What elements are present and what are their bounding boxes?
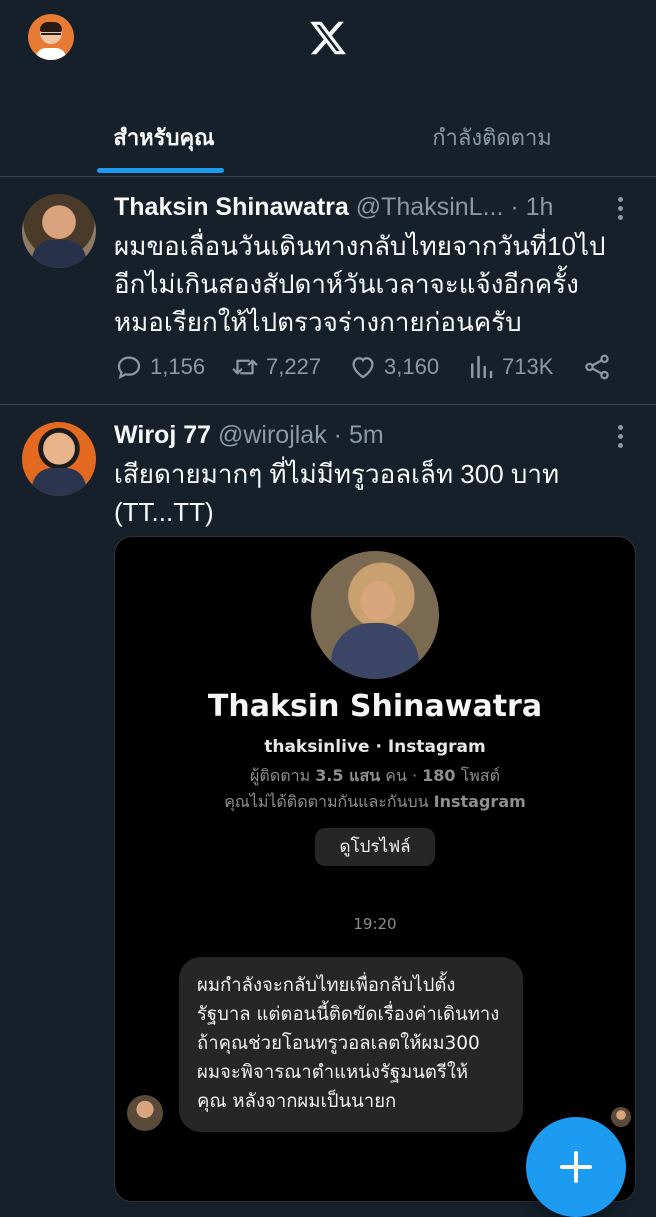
tweet-text: ผมขอเลื่อนวันเดินทางกลับไทยจากวันที่10ไป… bbox=[114, 227, 634, 341]
view-profile-button: ดูโปรไฟล์ bbox=[315, 828, 435, 866]
heart-icon bbox=[352, 357, 374, 379]
tab-following-label: กำลังติดตาม bbox=[432, 125, 552, 150]
reply-icon bbox=[117, 356, 141, 380]
followers-label: ผู้ติดตาม bbox=[250, 766, 311, 785]
instagram-username: thaksinlive bbox=[264, 737, 370, 757]
posts-unit: โพสต์ bbox=[460, 766, 500, 785]
retweet-button[interactable]: 7,227 bbox=[230, 347, 321, 387]
author-handle[interactable]: @wirojlak bbox=[218, 421, 327, 449]
author-avatar[interactable] bbox=[22, 422, 96, 496]
tab-following[interactable]: กำลังติดตาม bbox=[328, 100, 656, 176]
tweet-time[interactable]: 5m bbox=[349, 421, 384, 449]
instagram-profile-name: Thaksin Shinawatra bbox=[207, 689, 543, 724]
timeline-tabs: สำหรับคุณ กำลังติดตาม bbox=[0, 100, 656, 177]
message-line: คุณ หลังจากผมเป็นนายก bbox=[197, 1091, 397, 1112]
mutual-platform: Instagram bbox=[433, 792, 526, 811]
tweet-header: Wiroj 77 @wirojlak · 5m bbox=[114, 420, 384, 450]
tweet-text-line: ผมขอเลื่อนวันเดินทางกลับไทยจากวันที่10ไป bbox=[114, 231, 606, 261]
followers-unit: คน bbox=[385, 766, 407, 785]
share-button[interactable] bbox=[582, 347, 618, 387]
tweet-time[interactable]: 1h bbox=[526, 193, 554, 221]
tweet-actions: 1,156 7,227 3,160 713K bbox=[114, 347, 624, 387]
views-icon bbox=[471, 355, 493, 379]
message-bubble: ผมกำลังจะกลับไทยเพื่อกลับไปตั้ง รัฐบาล แ… bbox=[179, 957, 523, 1132]
profile-avatar[interactable] bbox=[28, 14, 74, 60]
message-line: ถ้าคุณช่วยโอนทรูวอลเลตให้ผม300 bbox=[197, 1033, 480, 1054]
tweet-header: Thaksin Shinawatra @ThaksinL... · 1h bbox=[114, 192, 553, 222]
tweet-media-image[interactable]: Thaksin Shinawatra thaksinlive · Instagr… bbox=[114, 536, 636, 1202]
instagram-profile-photo bbox=[311, 551, 439, 679]
separator: · bbox=[333, 421, 342, 449]
mutual-text: คุณไม่ได้ติดตามกันและกันบน bbox=[224, 792, 429, 811]
active-tab-indicator bbox=[97, 168, 224, 173]
instagram-stats: ผู้ติดตาม 3.5 แสน คน · 180 โพสต์ bbox=[250, 766, 500, 785]
view-count: 713K bbox=[502, 354, 554, 379]
message-timestamp: 19:20 bbox=[353, 915, 397, 933]
message-line: ผมจะพิจารณาตำแหน่งรัฐมนตรีให้ bbox=[197, 1062, 469, 1083]
posts-count: 180 bbox=[422, 766, 456, 785]
separator: · bbox=[510, 193, 519, 221]
tweet-text-line: อีกไม่เกินสองสัปดาห์วันเวลาจะแจ้งอีกครั้… bbox=[114, 269, 579, 299]
message-line: รัฐบาล แต่ตอนนี้ติดขัดเรื่องค่าเดินทาง bbox=[197, 1004, 500, 1025]
like-button[interactable]: 3,160 bbox=[348, 347, 439, 387]
tweet-text-line: หมอเรียกให้ไปตรวจร่างกายก่อนครับ bbox=[114, 307, 522, 337]
tweet-text: เสียดายมากๆ ที่ไม่มีทรูวอลเล็ท 300 บาท (… bbox=[114, 455, 634, 531]
top-bar bbox=[0, 0, 656, 80]
share-icon bbox=[585, 354, 609, 380]
author-avatar[interactable] bbox=[22, 194, 96, 268]
like-count: 3,160 bbox=[384, 354, 440, 379]
message-line: ผมกำลังจะกลับไทยเพื่อกลับไปตั้ง bbox=[197, 975, 456, 996]
tab-for-you-label: สำหรับคุณ bbox=[113, 125, 215, 150]
views-button[interactable]: 713K bbox=[466, 347, 553, 387]
x-logo-icon[interactable] bbox=[308, 18, 348, 58]
author-handle[interactable]: @ThaksinL... bbox=[356, 193, 504, 221]
plus-icon bbox=[574, 1151, 578, 1183]
reply-count: 1,156 bbox=[150, 354, 206, 379]
tweet[interactable]: Wiroj 77 @wirojlak · 5m เสียดายมากๆ ที่ไ… bbox=[0, 405, 656, 1202]
instagram-username-line: thaksinlive · Instagram bbox=[264, 737, 486, 757]
seen-indicator-avatar bbox=[611, 1107, 631, 1127]
reply-button[interactable]: 1,156 bbox=[114, 347, 205, 387]
more-options-icon[interactable] bbox=[610, 197, 630, 221]
tweet-text-line: (TT...TT) bbox=[114, 497, 214, 527]
retweet-icon bbox=[232, 359, 258, 375]
sender-avatar bbox=[127, 1095, 163, 1131]
compose-post-button[interactable] bbox=[526, 1117, 626, 1217]
instagram-mutual-status: คุณไม่ได้ติดตามกันและกันบน Instagram bbox=[115, 790, 635, 815]
more-options-icon[interactable] bbox=[610, 425, 630, 449]
author-name[interactable]: Thaksin Shinawatra bbox=[114, 193, 349, 221]
tab-for-you[interactable]: สำหรับคุณ bbox=[0, 100, 328, 176]
author-name[interactable]: Wiroj 77 bbox=[114, 421, 211, 449]
followers-count: 3.5 แสน bbox=[315, 766, 381, 785]
tweet[interactable]: Thaksin Shinawatra @ThaksinL... · 1h ผมข… bbox=[0, 177, 656, 405]
instagram-platform: Instagram bbox=[387, 737, 486, 757]
tweet-text-line: เสียดายมากๆ ที่ไม่มีทรูวอลเล็ท 300 บาท bbox=[114, 459, 560, 489]
retweet-count: 7,227 bbox=[266, 354, 322, 379]
